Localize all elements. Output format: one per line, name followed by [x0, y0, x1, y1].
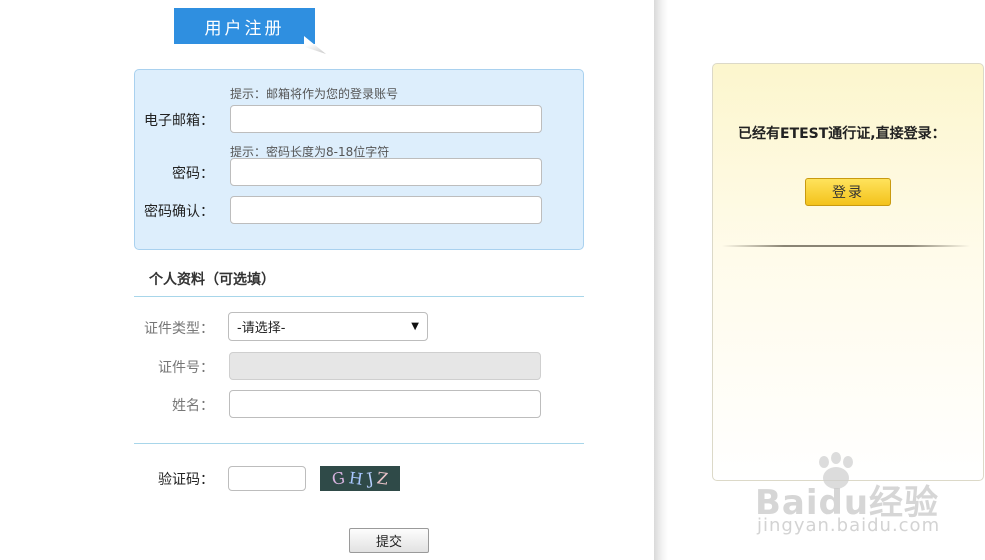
login-prompt: 已经有ETEST通行证,直接登录： — [738, 126, 946, 142]
id-type-select[interactable]: -请选择- ▼ — [228, 312, 428, 341]
watermark-url: jingyan.baidu.com — [757, 515, 941, 536]
confirm-password-input[interactable] — [230, 196, 542, 224]
captcha-char: J — [364, 468, 375, 489]
id-number-input[interactable] — [229, 352, 541, 380]
password-input[interactable] — [230, 158, 542, 186]
password-label: 密码： — [172, 166, 214, 182]
captcha-input[interactable] — [228, 466, 306, 491]
captcha-label: 验证码： — [158, 472, 214, 488]
confirm-password-label: 密码确认： — [144, 204, 214, 220]
profile-section-title: 个人资料（可选填） — [149, 272, 275, 288]
id-number-label: 证件号： — [158, 360, 214, 376]
submit-button[interactable]: 提交 — [349, 528, 429, 553]
page-title: 用户注册 — [174, 8, 315, 44]
name-label: 姓名： — [172, 398, 214, 414]
email-label: 电子邮箱： — [144, 113, 214, 129]
panel-divider — [654, 0, 668, 560]
captcha-char: G — [330, 468, 347, 489]
email-hint: 提示：邮箱将作为您的登录账号 — [230, 87, 399, 101]
chevron-down-icon: ▼ — [411, 321, 419, 332]
login-separator — [722, 245, 970, 247]
registration-panel: 用户注册 提示：邮箱将作为您的登录账号 电子邮箱： 提示：密码长度为8-18位字… — [0, 0, 654, 560]
captcha-char: H — [347, 468, 364, 489]
login-button[interactable]: 登录 — [805, 178, 891, 206]
captcha-image[interactable]: GHJZ — [320, 466, 400, 491]
name-input[interactable] — [229, 390, 541, 418]
captcha-char: Z — [375, 468, 390, 489]
captcha-divider — [134, 443, 584, 444]
id-type-label: 证件类型： — [144, 321, 214, 337]
profile-divider — [134, 296, 584, 297]
email-input[interactable] — [230, 105, 542, 133]
title-fold-decoration — [304, 36, 326, 54]
id-type-selected: -请选择- — [237, 321, 286, 336]
